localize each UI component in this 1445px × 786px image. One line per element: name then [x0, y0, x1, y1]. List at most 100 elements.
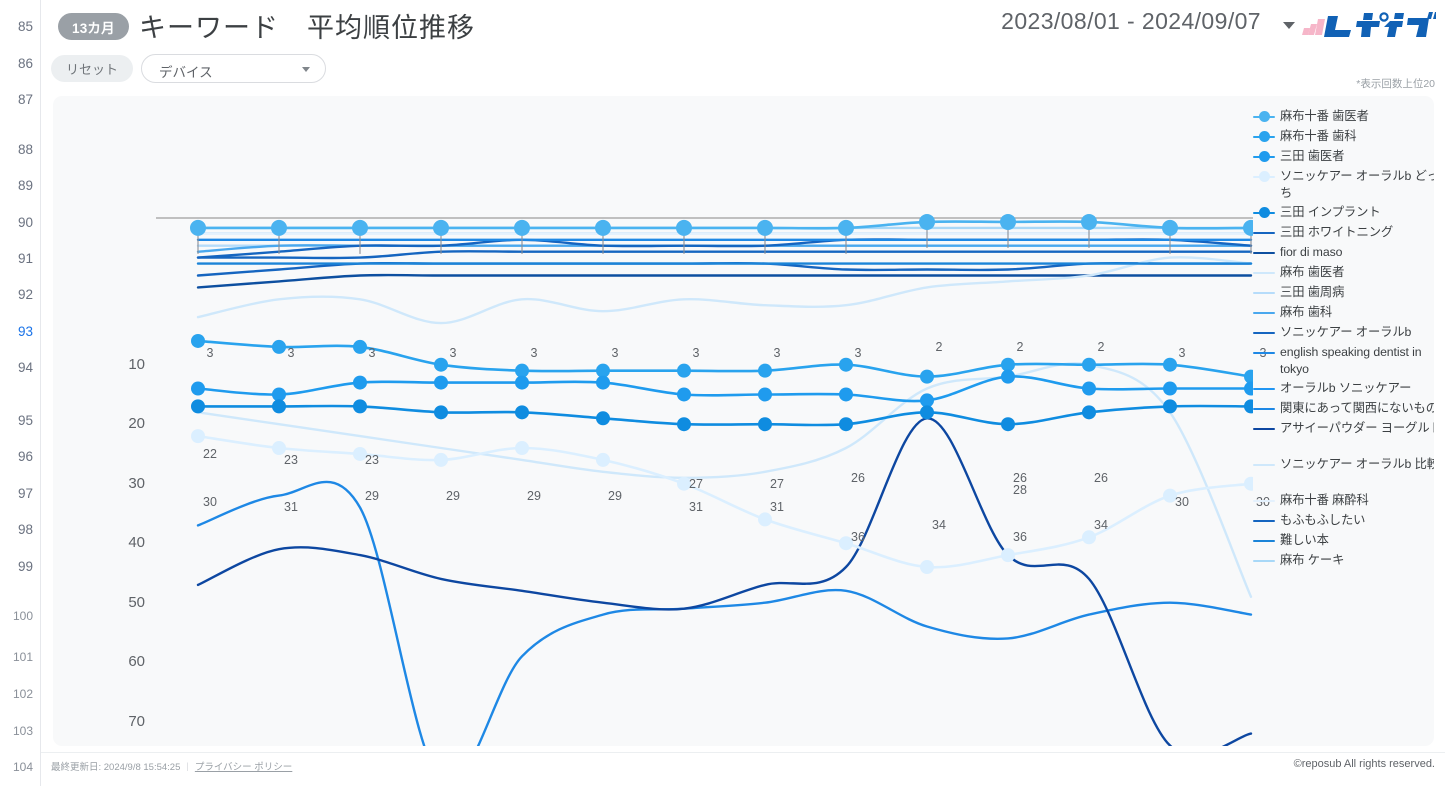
data-point[interactable] [1163, 381, 1177, 396]
data-point[interactable] [514, 219, 530, 236]
legend-marker-icon [1253, 246, 1275, 260]
legend-item-2[interactable]: 三田 歯医者 [1253, 148, 1434, 165]
data-point[interactable] [919, 213, 935, 230]
data-point[interactable] [920, 560, 934, 575]
data-point[interactable] [1244, 476, 1258, 491]
legend-item-12[interactable]: オーラルb ソニッケアー [1253, 380, 1434, 397]
line-number-100: 100 [12, 609, 33, 623]
data-point[interactable] [1244, 369, 1258, 384]
data-point[interactable] [595, 219, 611, 236]
point-label: 3 [368, 345, 376, 360]
data-point[interactable] [920, 405, 934, 420]
line-number-87: 87 [17, 92, 33, 107]
legend-item-9[interactable]: 麻布 歯科 [1253, 304, 1434, 321]
data-point[interactable] [190, 219, 206, 236]
legend-item-7[interactable]: 麻布 歯医者 [1253, 264, 1434, 281]
chart-legend[interactable]: 麻布十番 歯医者 麻布十番 歯科 三田 歯医者ソニッケアー オーラルb どっち三田 … [1253, 108, 1434, 728]
data-point[interactable] [1162, 219, 1178, 236]
data-point[interactable] [1001, 417, 1015, 432]
y-axis-tick-70: 70 [128, 712, 145, 730]
data-point[interactable] [1244, 381, 1258, 396]
range-badge: 13カ月 [58, 13, 129, 40]
legend-item-8[interactable]: 三田 歯周病 [1253, 284, 1434, 301]
data-point[interactable] [1000, 213, 1016, 230]
line-number-92: 92 [17, 287, 33, 302]
data-point[interactable] [191, 429, 205, 444]
series-line-6[interactable] [196, 273, 1253, 289]
series-line-7[interactable] [196, 256, 1253, 325]
data-point[interactable] [677, 387, 691, 402]
data-point[interactable] [596, 375, 610, 390]
legend-item-16[interactable]: 麻布十番 麻酔科 [1253, 492, 1434, 509]
data-point[interactable] [1001, 548, 1015, 563]
data-point[interactable] [677, 417, 691, 432]
data-point[interactable] [758, 387, 772, 402]
legend-marker-icon [1253, 306, 1275, 320]
legend-item-10[interactable]: ソニッケアー オーラルb [1253, 324, 1434, 341]
data-point[interactable] [758, 363, 772, 378]
data-point[interactable] [920, 369, 934, 384]
chevron-down-icon[interactable] [1283, 22, 1295, 29]
data-point[interactable] [1081, 213, 1097, 230]
data-point[interactable] [191, 381, 205, 396]
y-axis-tick-10: 10 [128, 355, 145, 373]
data-point[interactable] [1082, 530, 1096, 545]
line-number-88: 88 [17, 142, 33, 157]
line-chart-plot[interactable] [53, 96, 1259, 746]
data-point[interactable] [676, 219, 692, 236]
line-number-95: 95 [17, 413, 33, 428]
legend-item-15[interactable]: ソニッケアー オーラルb 比較 [1253, 456, 1434, 473]
data-point[interactable] [838, 219, 854, 236]
privacy-policy-link[interactable]: プライバシー ポリシー [195, 759, 292, 773]
data-point[interactable] [353, 399, 367, 414]
data-point[interactable] [515, 405, 529, 420]
data-point[interactable] [515, 375, 529, 390]
data-point[interactable] [1244, 399, 1258, 414]
legend-item-19[interactable]: 麻布 ケーキ [1253, 552, 1434, 569]
data-point[interactable] [1082, 357, 1096, 372]
data-point[interactable] [434, 452, 448, 467]
data-point[interactable] [352, 219, 368, 236]
data-point[interactable] [839, 387, 853, 402]
data-point[interactable] [272, 399, 286, 414]
legend-item-17[interactable]: もふもふしたい [1253, 512, 1434, 529]
legend-item-4[interactable]: 三田 インプラント [1253, 204, 1434, 221]
legend-item-1[interactable]: 麻布十番 歯科 [1253, 128, 1434, 145]
data-point[interactable] [1082, 405, 1096, 420]
point-label: 30 [1175, 494, 1189, 509]
data-point[interactable] [839, 417, 853, 432]
data-point[interactable] [434, 375, 448, 390]
device-select[interactable]: デバイス [141, 54, 326, 83]
legend-item-18[interactable]: 難しい本 [1253, 532, 1434, 549]
data-point[interactable] [433, 219, 449, 236]
data-point[interactable] [515, 441, 529, 456]
legend-item-11[interactable]: english speaking dentist in tokyo [1253, 344, 1434, 377]
data-point[interactable] [1001, 369, 1015, 384]
series-line-17[interactable] [196, 250, 1253, 260]
data-point[interactable] [191, 399, 205, 414]
data-point[interactable] [353, 375, 367, 390]
series-line-10[interactable] [196, 238, 1253, 259]
data-point[interactable] [1082, 381, 1096, 396]
data-point[interactable] [1163, 399, 1177, 414]
reset-button[interactable]: リセット [51, 55, 134, 82]
legend-item-14[interactable]: アサイーパウダー ヨーグルト [1253, 420, 1434, 437]
legend-item-6[interactable]: fior di maso [1253, 244, 1434, 261]
legend-item-3[interactable]: ソニッケアー オーラルb どっち [1253, 168, 1434, 201]
data-point[interactable] [677, 363, 691, 378]
data-point[interactable] [758, 417, 772, 432]
series-line-14[interactable] [196, 417, 1253, 746]
legend-item-5[interactable]: 三田 ホワイトニング [1253, 224, 1434, 241]
legend-item-0[interactable]: 麻布十番 歯医者 [1253, 108, 1434, 125]
point-label: 30 [203, 494, 217, 509]
data-point[interactable] [271, 219, 287, 236]
data-point[interactable] [434, 405, 448, 420]
data-point[interactable] [757, 219, 773, 236]
legend-marker-icon [1253, 110, 1275, 124]
data-point[interactable] [596, 411, 610, 426]
data-point[interactable] [596, 452, 610, 467]
line-number-gutter: 85 86 87 88 89 90 91 92 93 94 95 96 97 98 99 100 101 102 1… [0, 0, 40, 786]
legend-item-13[interactable]: 関東にあって関西にないもの [1253, 400, 1434, 417]
data-point[interactable] [758, 512, 772, 527]
date-range-value[interactable]: 2023/08/01 - 2024/09/07 [931, 8, 1261, 35]
